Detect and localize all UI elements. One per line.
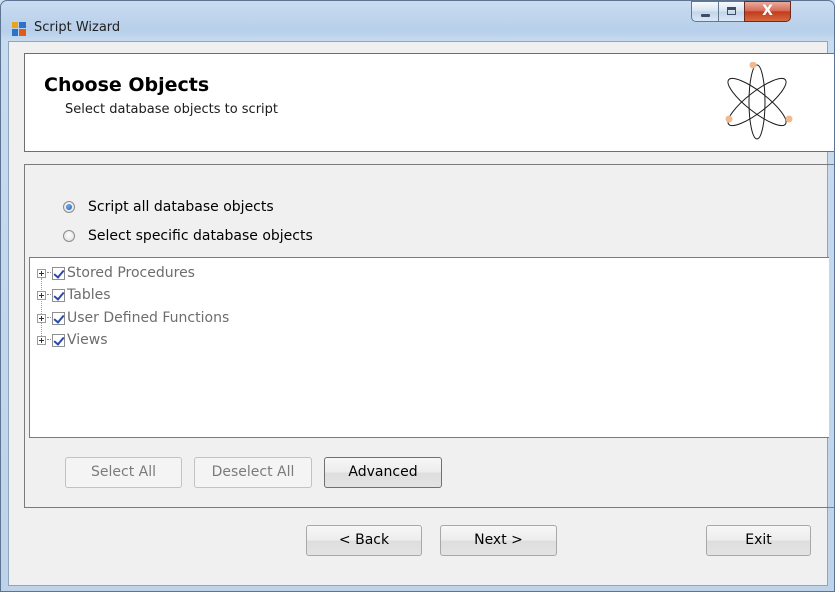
select-specific-label: Select specific database objects <box>88 228 313 244</box>
tree-node[interactable]: Views <box>37 329 108 351</box>
select-specific-option[interactable]: Select specific database objects <box>63 228 313 244</box>
advanced-button[interactable]: Advanced <box>324 457 442 488</box>
minimize-icon <box>701 14 710 17</box>
tree-node-label[interactable]: User Defined Functions <box>67 310 229 326</box>
expand-icon[interactable] <box>37 290 46 300</box>
tree-node-label[interactable]: Tables <box>67 287 111 303</box>
app-icon <box>12 22 26 36</box>
object-tree[interactable]: Stored Procedures Tables User Defined Fu… <box>29 257 829 438</box>
checkbox-checked-icon[interactable] <box>52 333 65 347</box>
script-all-label: Script all database objects <box>88 199 274 215</box>
atom-icon <box>725 62 793 140</box>
deselect-all-button[interactable]: Deselect All <box>194 457 312 488</box>
expand-icon[interactable] <box>37 335 46 345</box>
tree-node[interactable]: User Defined Functions <box>37 307 229 329</box>
checkbox-checked-icon[interactable] <box>52 266 65 280</box>
title-bar[interactable]: Script Wizard X <box>1 1 834 41</box>
close-button[interactable]: X <box>744 1 791 22</box>
tree-node-label[interactable]: Views <box>67 332 108 348</box>
wizard-client-area: Choose Objects Select database objects t… <box>8 41 834 586</box>
tree-node-label[interactable]: Stored Procedures <box>67 265 195 281</box>
select-all-button[interactable]: Select All <box>65 457 182 488</box>
select-specific-radio[interactable] <box>63 230 75 242</box>
tree-node[interactable]: Stored Procedures <box>37 262 195 284</box>
expand-icon[interactable] <box>37 268 46 278</box>
wizard-header: Choose Objects Select database objects t… <box>24 53 834 152</box>
next-button[interactable]: Next > <box>440 525 557 556</box>
script-wizard-window: Script Wizard X Choose Objects Select da… <box>0 0 835 592</box>
exit-button[interactable]: Exit <box>706 525 811 556</box>
tree-node[interactable]: Tables <box>37 284 111 306</box>
page-title: Choose Objects <box>44 74 210 96</box>
expand-icon[interactable] <box>37 313 46 323</box>
script-all-option[interactable]: Script all database objects <box>63 199 274 215</box>
back-button[interactable]: < Back <box>306 525 422 556</box>
close-icon: X <box>762 3 773 19</box>
script-all-radio[interactable] <box>63 201 75 213</box>
maximize-button[interactable] <box>718 1 745 22</box>
page-subtitle: Select database objects to script <box>65 102 279 117</box>
options-panel: Script all database objects Select speci… <box>24 164 834 508</box>
window-title: Script Wizard <box>34 20 121 35</box>
minimize-button[interactable] <box>691 1 719 22</box>
checkbox-checked-icon[interactable] <box>52 311 65 325</box>
checkbox-checked-icon[interactable] <box>52 288 65 302</box>
maximize-icon <box>727 7 736 15</box>
